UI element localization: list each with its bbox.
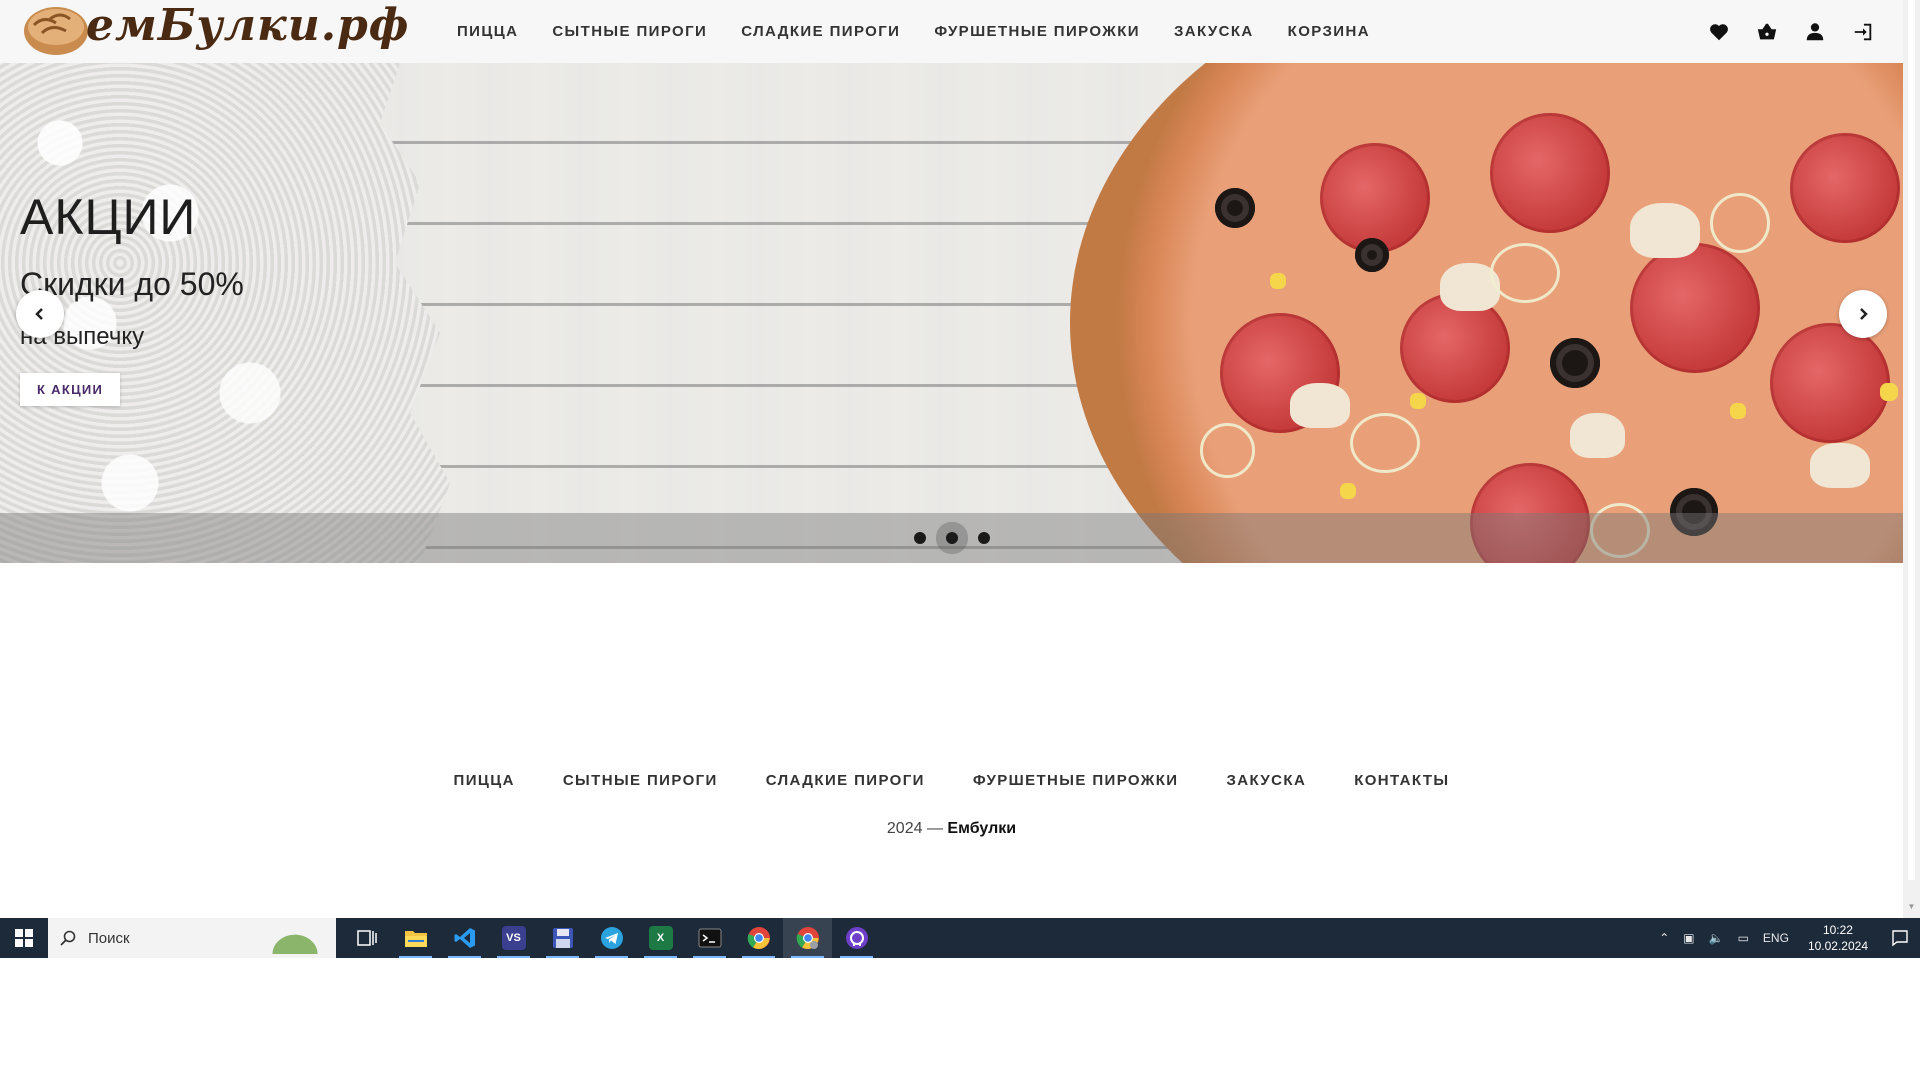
footer-nav-sweet-pies[interactable]: СЛАДКИЕ ПИРОГИ xyxy=(766,772,925,789)
chevron-up-icon[interactable]: ⌃ xyxy=(1659,931,1669,945)
header-actions xyxy=(1683,0,1875,63)
clock-date: 10.02.2024 xyxy=(1807,939,1868,953)
chrome-profile-icon[interactable] xyxy=(783,918,832,958)
user-icon[interactable] xyxy=(1803,20,1827,44)
search-highlight-art xyxy=(260,924,330,954)
basket-icon[interactable] xyxy=(1755,20,1779,44)
clock[interactable]: 10:22 10.02.2024 xyxy=(1808,922,1868,954)
footer-nav-savory-pies[interactable]: СЫТНЫЕ ПИРОГИ xyxy=(563,772,718,789)
carousel-dot-3[interactable] xyxy=(977,532,990,544)
footer-nav-pizza[interactable]: ПИЦЦА xyxy=(454,772,515,789)
nav-sweet-pies[interactable]: СЛАДКИЕ ПИРОГИ xyxy=(741,23,900,40)
search-icon xyxy=(60,930,76,946)
footer-nav-buffet-pies[interactable]: ФУРШЕТНЫЕ ПИРОЖКИ xyxy=(973,772,1179,789)
language-indicator[interactable]: ENG xyxy=(1763,931,1789,945)
scrollbar-thumb[interactable] xyxy=(1908,0,1915,880)
carousel-prev-button[interactable] xyxy=(16,290,64,338)
taskbar-apps: VS X xyxy=(342,918,881,958)
heart-icon[interactable] xyxy=(1707,20,1731,44)
telegram-icon[interactable] xyxy=(587,918,636,958)
windows-logo-icon xyxy=(15,929,33,947)
taskbar-search[interactable]: Поиск xyxy=(48,918,336,958)
hero-title: АКЦИИ xyxy=(20,189,197,245)
promotions-button[interactable]: К АКЦИИ xyxy=(20,373,121,406)
bun-logo-icon xyxy=(24,6,88,55)
start-button[interactable] xyxy=(0,918,48,958)
system-tray: ⌃ ▣ 🔈 ▭ ENG 10:22 10.02.2024 xyxy=(1652,918,1920,958)
search-placeholder: Поиск xyxy=(88,929,130,947)
carousel-dot-1[interactable] xyxy=(913,532,926,544)
footer-nav: ПИЦЦА СЫТНЫЕ ПИРОГИ СЛАДКИЕ ПИРОГИ ФУРШЕ… xyxy=(0,772,1903,789)
carousel-dot-2[interactable] xyxy=(945,532,958,544)
volume-icon[interactable]: 🔈 xyxy=(1709,931,1724,945)
clock-time: 10:22 xyxy=(1822,923,1853,937)
hero-carousel: АКЦИИ Скидки до 50% на выпечку К АКЦИИ xyxy=(0,63,1903,563)
file-explorer-icon[interactable] xyxy=(391,918,440,958)
site-logo[interactable]: емБулки.рф xyxy=(20,0,409,63)
chevron-right-icon xyxy=(1860,308,1868,320)
carousel-indicators xyxy=(0,513,1903,563)
copyright-brand: Ембулки xyxy=(947,820,1017,837)
empty-area xyxy=(0,958,1920,1080)
task-view-icon[interactable] xyxy=(342,918,391,958)
nav-buffet-pies[interactable]: ФУРШЕТНЫЕ ПИРОЖКИ xyxy=(934,23,1140,40)
github-desktop-icon[interactable] xyxy=(832,918,881,958)
nav-snacks[interactable]: ЗАКУСКА xyxy=(1174,23,1254,40)
scroll-down-icon[interactable]: ▼ xyxy=(1903,902,1920,916)
chevron-left-icon xyxy=(35,308,43,320)
vscode-icon[interactable] xyxy=(440,918,489,958)
nav-cart[interactable]: КОРЗИНА xyxy=(1288,23,1370,40)
chrome-icon[interactable] xyxy=(734,918,783,958)
meet-now-icon[interactable]: ▣ xyxy=(1683,931,1694,945)
save-app-icon[interactable] xyxy=(538,918,587,958)
nav-savory-pies[interactable]: СЫТНЫЕ ПИРОГИ xyxy=(552,23,707,40)
network-icon[interactable]: ▭ xyxy=(1738,931,1749,945)
logo-text: емБулки.рф xyxy=(86,0,410,51)
carousel-next-button[interactable] xyxy=(1839,290,1887,338)
excel-icon[interactable]: X xyxy=(636,918,685,958)
site-header: емБулки.рф ПИЦЦА СЫТНЫЕ ПИРОГИ СЛАДКИЕ П… xyxy=(0,0,1903,63)
notification-center-icon[interactable] xyxy=(1880,918,1920,958)
footer-nav-contacts[interactable]: КОНТАКТЫ xyxy=(1354,772,1449,789)
pizza-image xyxy=(1070,63,1903,563)
copyright: 2024 — Ембулки xyxy=(0,820,1903,838)
terminal-icon[interactable] xyxy=(685,918,734,958)
taskbar: Поиск VS X ⌃ ▣ 🔈 ▭ ENG 10:22 10.02.2024 xyxy=(0,918,1920,958)
footer-nav-snacks[interactable]: ЗАКУСКА xyxy=(1226,772,1306,789)
main-nav: ПИЦЦА СЫТНЫЕ ПИРОГИ СЛАДКИЕ ПИРОГИ ФУРШЕ… xyxy=(457,0,1404,63)
page-scrollbar[interactable]: ▼ xyxy=(1903,0,1920,918)
visual-studio-icon[interactable]: VS xyxy=(489,918,538,958)
copyright-year: 2024 — xyxy=(886,820,943,837)
nav-pizza[interactable]: ПИЦЦА xyxy=(457,23,518,40)
login-icon[interactable] xyxy=(1851,20,1875,44)
